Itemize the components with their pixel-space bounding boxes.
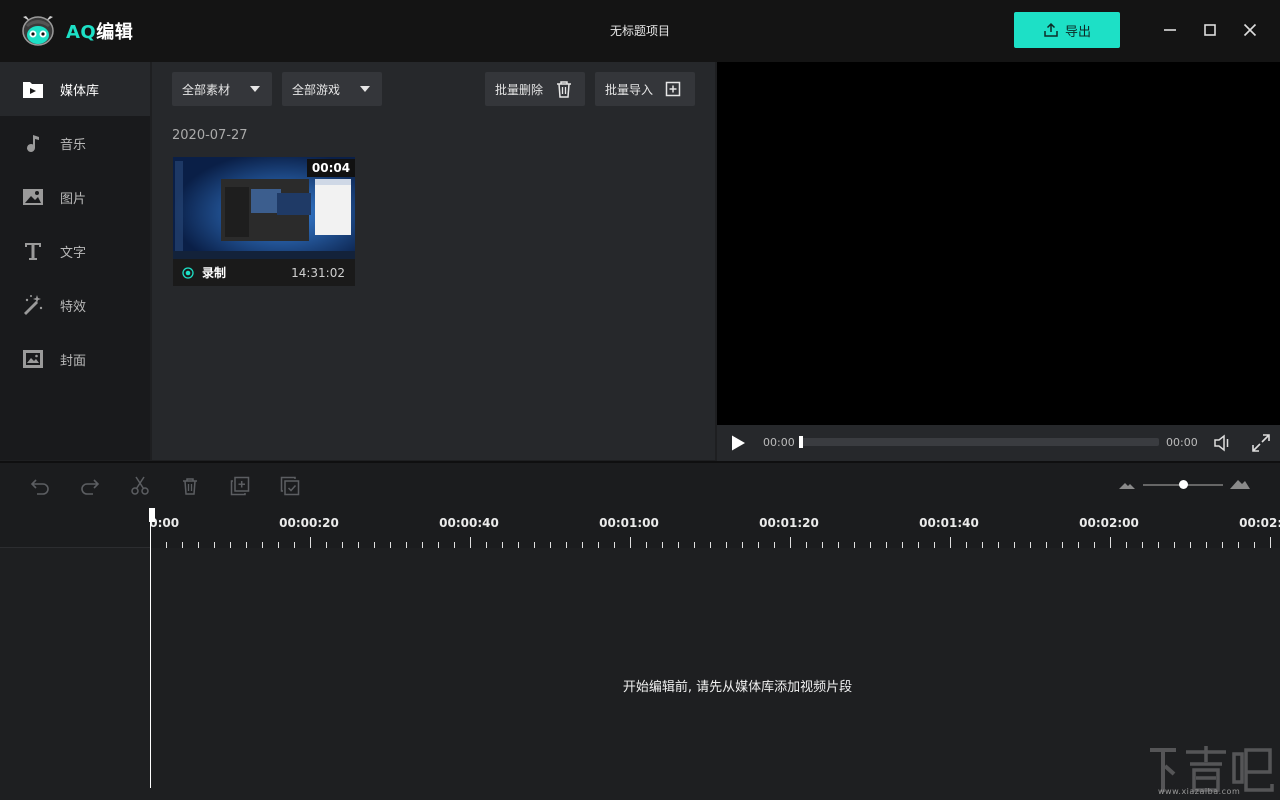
duplicate-button[interactable] [228, 474, 252, 498]
minimize-icon [1164, 29, 1176, 31]
clip-footer: 录制 14:31:02 [173, 259, 355, 286]
timeline-ruler[interactable]: 00:00 00:00:20 00:00:40 00:01:00 00:01:2… [150, 508, 1280, 548]
project-title[interactable]: 无标题项目 [610, 24, 670, 38]
image-icon [22, 186, 44, 208]
sidebar-item-media-library[interactable]: 媒体库 [0, 62, 150, 116]
app-window: AQ编辑 无标题项目 导出 媒体库 音乐 图片 文字 特效 封面 全部素材 全部… [0, 0, 1280, 800]
export-label: 导出 [1064, 24, 1091, 40]
sidebar-item-cover[interactable]: 封面 [0, 332, 150, 386]
timeline-toolbar [0, 463, 1280, 508]
media-clip-card[interactable]: 00:04 录制 14:31:02 [173, 157, 355, 286]
export-button[interactable]: 导出 [1014, 12, 1120, 48]
total-time: 00:00 [1166, 436, 1198, 449]
zoom-in-icon[interactable] [1229, 476, 1251, 490]
sidebar-item-label: 特效 [60, 299, 87, 315]
minimize-button[interactable] [1158, 18, 1182, 42]
sidebar-item-text[interactable]: 文字 [0, 224, 150, 278]
sidebar-item-label: 音乐 [60, 137, 87, 153]
zoom-out-icon[interactable] [1118, 480, 1136, 490]
track-headers [0, 508, 150, 800]
duplicate-icon [230, 476, 250, 496]
ruler-label: 00:00:20 [279, 516, 339, 530]
trash-icon [183, 478, 197, 495]
seek-handle[interactable] [799, 436, 803, 448]
zoom-slider-knob[interactable] [1179, 480, 1188, 489]
close-button[interactable] [1238, 18, 1262, 42]
sidebar-item-label: 封面 [60, 353, 87, 369]
watermark-site: www.xiazaiba.com [1158, 787, 1241, 796]
filter-material-dropdown[interactable]: 全部素材 [172, 72, 272, 106]
ruler-label: 00:01:00 [599, 516, 659, 530]
filter-game-label: 全部游戏 [292, 82, 341, 97]
ruler-label: 00:01:40 [919, 516, 979, 530]
undo-icon [30, 479, 49, 495]
sidebar: 媒体库 音乐 图片 文字 特效 封面 [0, 62, 150, 460]
maximize-button[interactable] [1198, 18, 1222, 42]
sidebar-item-label: 文字 [60, 245, 87, 261]
caret-down-icon [250, 86, 260, 92]
music-note-icon [22, 132, 44, 154]
batch-import-button[interactable]: 批量导入 [595, 72, 695, 106]
app-name: AQ编辑 [66, 22, 134, 43]
redo-button[interactable] [78, 474, 102, 498]
seek-bar[interactable] [799, 436, 1159, 448]
sidebar-item-label: 媒体库 [60, 83, 100, 99]
cover-icon [22, 348, 44, 370]
player-controls: 00:00 00:00 [717, 425, 1280, 461]
text-icon [22, 240, 44, 262]
close-icon [1243, 23, 1257, 37]
playhead-handle[interactable] [149, 508, 155, 522]
current-time: 00:00 [763, 436, 795, 449]
undo-button[interactable] [28, 474, 52, 498]
playhead-line[interactable] [150, 508, 151, 788]
filter-game-dropdown[interactable]: 全部游戏 [282, 72, 382, 106]
batch-delete-label: 批量删除 [495, 82, 544, 97]
volume-icon[interactable] [1213, 433, 1233, 453]
redo-icon [81, 479, 100, 495]
sidebar-item-label: 图片 [60, 191, 87, 207]
export-upload-icon [1044, 22, 1058, 37]
delete-clip-button[interactable] [178, 474, 202, 498]
date-label: 2020-07-27 [172, 128, 248, 143]
app-logo-icon [22, 16, 54, 46]
empty-timeline-hint: 开始编辑前, 请先从媒体库添加视频片段 [622, 680, 853, 695]
replace-icon [280, 476, 300, 496]
trash-icon [557, 81, 572, 98]
ruler-label: 00:00:40 [439, 516, 499, 530]
track-header-corner [0, 508, 150, 548]
caret-down-icon [360, 86, 370, 92]
timeline-track-area[interactable] [150, 548, 1280, 800]
maximize-icon [1204, 24, 1216, 36]
add-box-icon [665, 81, 681, 97]
clip-time: 14:31:02 [291, 266, 345, 280]
record-dot-icon [182, 266, 194, 279]
scissors-icon [131, 476, 149, 495]
sidebar-item-effects[interactable]: 特效 [0, 278, 150, 332]
ruler-label: 00:02:20 [1239, 516, 1280, 530]
media-panel: 全部素材 全部游戏 批量删除 批量导入 2020-07-27 00:04 录制 … [152, 62, 715, 460]
batch-import-label: 批量导入 [605, 82, 654, 97]
sidebar-item-image[interactable]: 图片 [0, 170, 150, 224]
video-preview[interactable] [717, 62, 1280, 425]
replace-button[interactable] [278, 474, 302, 498]
split-button[interactable] [128, 474, 152, 498]
media-library-icon [22, 78, 44, 100]
magic-wand-icon [22, 294, 44, 316]
fullscreen-icon[interactable] [1251, 433, 1271, 453]
play-icon[interactable] [729, 434, 747, 452]
ruler-label: 00:01:20 [759, 516, 819, 530]
clip-duration: 00:04 [307, 159, 355, 177]
ruler-label: 00:02:00 [1079, 516, 1139, 530]
title-bar: AQ编辑 无标题项目 导出 [0, 0, 1280, 62]
batch-delete-button[interactable]: 批量删除 [485, 72, 585, 106]
sidebar-item-music[interactable]: 音乐 [0, 116, 150, 170]
clip-name: 录制 [202, 266, 227, 280]
filter-material-label: 全部素材 [182, 82, 231, 97]
